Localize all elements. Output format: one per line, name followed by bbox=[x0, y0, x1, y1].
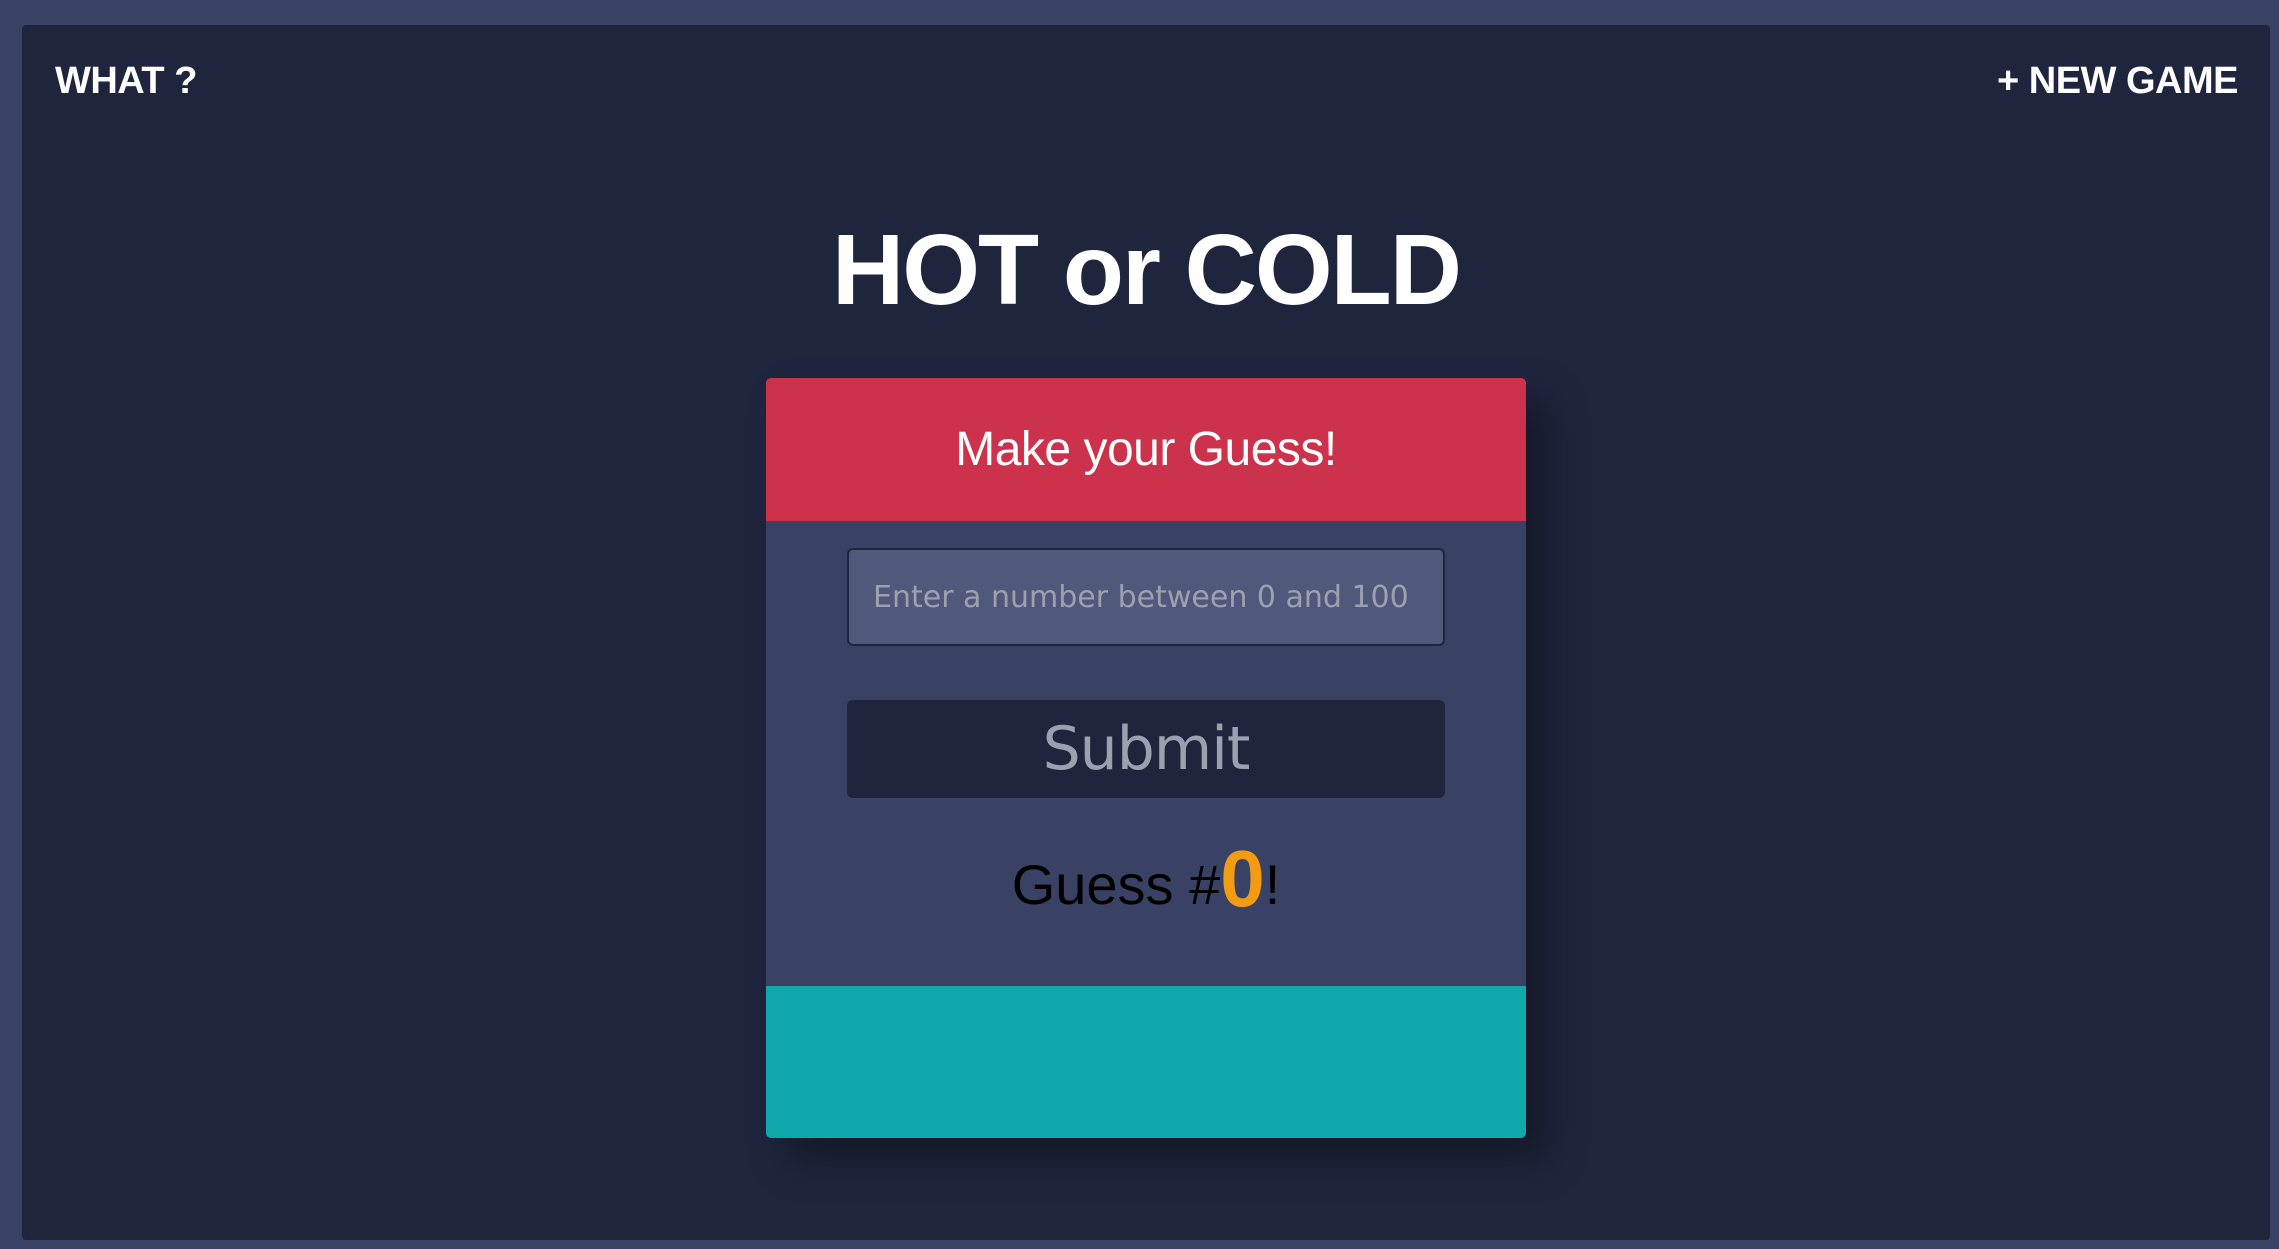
submit-button[interactable]: Submit bbox=[847, 700, 1445, 798]
feedback-panel bbox=[766, 986, 1526, 1138]
game-frame: WHAT ? + NEW GAME HOT or COLD Make your … bbox=[22, 25, 2270, 1240]
guess-counter-suffix: ! bbox=[1264, 853, 1281, 916]
what-link[interactable]: WHAT ? bbox=[55, 55, 197, 108]
page-title: HOT or COLD bbox=[832, 214, 1462, 326]
card-header: Make your Guess! bbox=[766, 378, 1526, 521]
guess-input[interactable] bbox=[847, 548, 1445, 646]
guess-counter: Guess #0! bbox=[766, 833, 1526, 925]
guess-card: Make your Guess! Submit Guess #0! bbox=[766, 378, 1526, 1138]
guess-count: 0 bbox=[1220, 834, 1265, 923]
new-game-link[interactable]: + NEW GAME bbox=[1997, 55, 2238, 108]
guess-counter-prefix: Guess # bbox=[1011, 853, 1221, 916]
